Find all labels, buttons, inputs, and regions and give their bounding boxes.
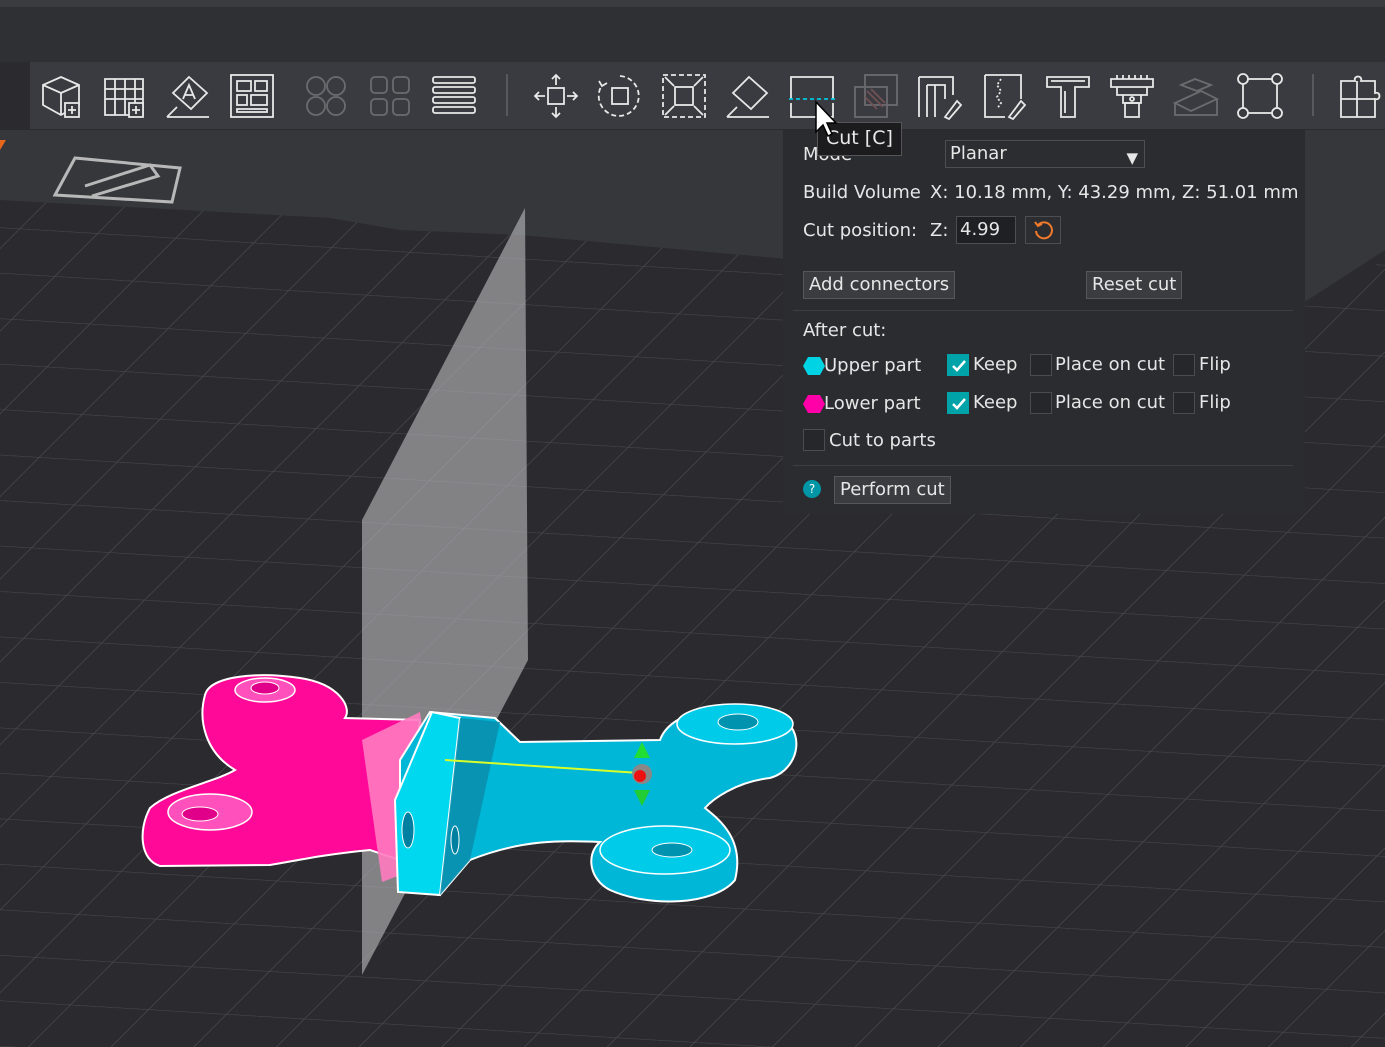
layers-icon [432, 76, 476, 114]
support-paint-button[interactable] [914, 70, 966, 122]
cut-to-parts-label: Cut to parts [829, 430, 936, 451]
support-paint-icon [918, 76, 963, 121]
assemble-button[interactable] [1336, 70, 1385, 122]
lower-flip-checkbox[interactable] [1173, 392, 1195, 414]
add-object-button[interactable] [34, 70, 86, 122]
reset-position-button[interactable] [1025, 216, 1061, 244]
scale-button[interactable] [658, 70, 710, 122]
top-bar [0, 0, 1385, 62]
lower-part-label: Lower part [824, 393, 921, 414]
upper-flip-checkbox[interactable] [1173, 354, 1195, 376]
reset-cut-button[interactable]: Reset cut [1086, 271, 1183, 299]
seam-paint-button[interactable] [978, 70, 1030, 122]
move-icon [533, 73, 579, 119]
auto-orient-icon [166, 75, 209, 118]
layers-button[interactable] [428, 70, 480, 122]
upper-part-label: Upper part [824, 355, 922, 376]
seam-paint-icon [984, 74, 1027, 121]
mode-select[interactable]: Planar ▼ [945, 140, 1145, 168]
cut-to-parts-checkbox[interactable] [803, 429, 825, 451]
boolean-button[interactable] [850, 70, 902, 122]
cut-panel: Mode Planar ▼ Build Volume X: 10.18 mm, … [783, 130, 1305, 514]
split-parts-button[interactable] [364, 70, 416, 122]
upper-keep-checkbox[interactable] [947, 354, 969, 376]
lower-part-color-icon [803, 395, 825, 413]
help-icon[interactable]: ? [803, 480, 821, 498]
split-parts-icon [370, 76, 410, 116]
axis-label: Z: [930, 220, 949, 241]
lower-keep-checkbox[interactable] [947, 392, 969, 414]
build-volume-value: X: 10.18 mm, Y: 43.29 mm, Z: 51.01 mm [930, 182, 1299, 203]
arrange-icon [230, 74, 274, 118]
build-volume-label: Build Volume [803, 182, 921, 203]
mode-value: Planar [950, 143, 1007, 164]
lower-place-on-cut-checkbox[interactable] [1030, 392, 1052, 414]
toolbar-separator [1312, 74, 1314, 116]
text-icon [1046, 76, 1090, 118]
move-button[interactable] [530, 70, 582, 122]
lower-keep-label: Keep [973, 392, 1018, 413]
lower-flip-label: Flip [1199, 392, 1231, 413]
checkmark-icon [952, 398, 966, 410]
upper-place-on-cut-label: Place on cut [1055, 354, 1166, 375]
gizmo-toolbar [30, 62, 1385, 129]
upper-flip-label: Flip [1199, 354, 1231, 375]
measure-icon [1110, 75, 1154, 118]
after-cut-label: After cut: [803, 320, 887, 341]
orient-button[interactable] [162, 70, 214, 122]
upper-keep-label: Keep [973, 354, 1018, 375]
rotate-icon [597, 75, 640, 117]
cut-position-label: Cut position: [803, 220, 918, 241]
cube-plus-icon [42, 76, 80, 118]
upper-part-color-icon [803, 357, 825, 375]
mesh-boolean-icon [1237, 73, 1283, 119]
lay-on-face-icon [726, 75, 769, 118]
lower-place-on-cut-label: Place on cut [1055, 392, 1166, 413]
upper-place-on-cut-checkbox[interactable] [1030, 354, 1052, 376]
perform-cut-button[interactable]: Perform cut [834, 476, 951, 504]
split-objects-icon [306, 76, 346, 116]
assembly-icon [1172, 78, 1220, 116]
toolbar-separator [506, 74, 508, 116]
rotate-button[interactable] [594, 70, 646, 122]
checkmark-icon [952, 360, 966, 372]
cut-position-input[interactable]: 4.99 [956, 216, 1016, 244]
dropdown-triangle-icon: ▼ [1126, 149, 1138, 167]
puzzle-icon [1340, 75, 1381, 118]
split-objects-button[interactable] [300, 70, 352, 122]
scale-icon [662, 74, 706, 118]
lay-on-face-button[interactable] [722, 70, 774, 122]
mouse-cursor-icon [815, 100, 838, 138]
divider [793, 465, 1293, 466]
arrange-button[interactable] [226, 70, 278, 122]
add-connectors-button[interactable]: Add connectors [803, 271, 956, 299]
text-button[interactable] [1042, 70, 1094, 122]
undo-icon [1034, 221, 1053, 240]
measure-button[interactable] [1106, 70, 1158, 122]
boolean-icon [854, 74, 898, 118]
mesh-boolean-button[interactable] [1234, 70, 1286, 122]
add-plate-button[interactable] [98, 70, 150, 122]
assembly-button[interactable] [1170, 70, 1222, 122]
grid-plus-icon [104, 78, 144, 118]
divider [793, 310, 1293, 311]
